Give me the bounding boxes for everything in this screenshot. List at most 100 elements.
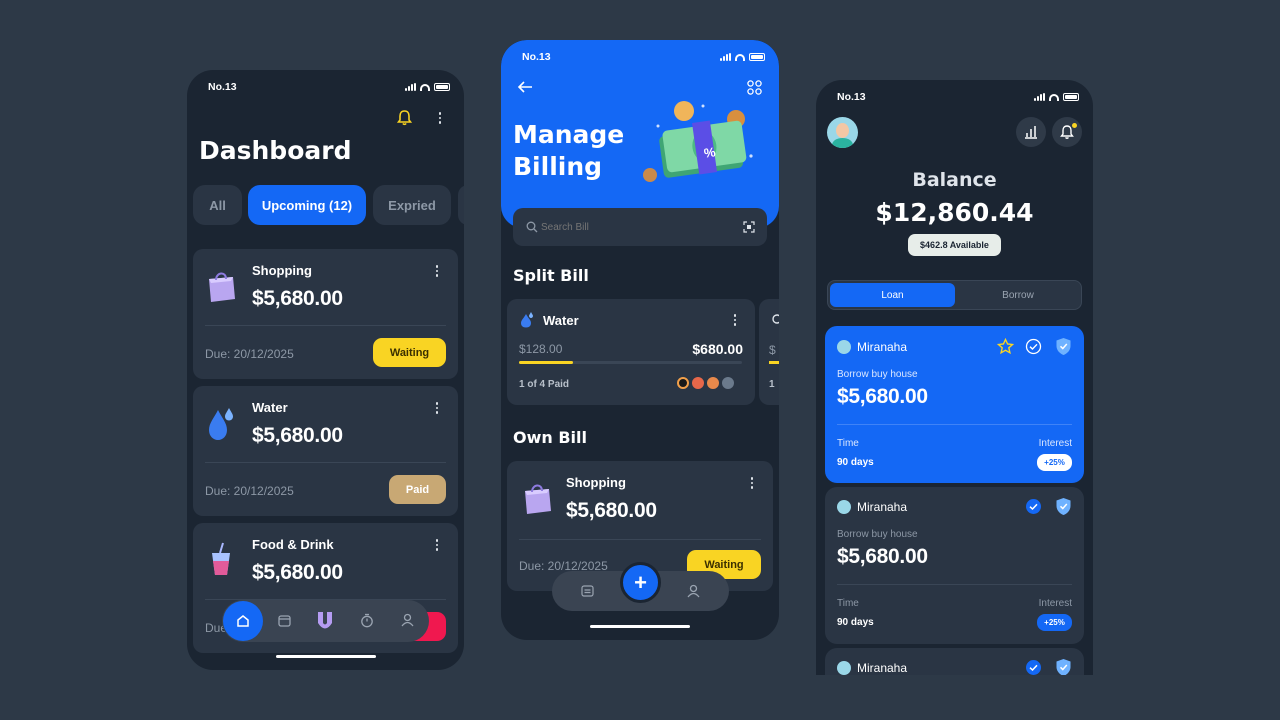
split-bill-card-next[interactable]: $ 1 xyxy=(759,299,779,405)
borrow-tab[interactable]: Borrow xyxy=(957,283,1079,307)
interest-badge: +25% xyxy=(1037,614,1072,631)
available-badge: $462.8 Available xyxy=(908,234,1001,256)
more-menu-icon[interactable] xyxy=(438,112,442,124)
billing-screen: No.13 Manage Billing % Split Bill Water … xyxy=(501,40,779,640)
bill-amount: $5,680.00 xyxy=(252,287,343,310)
loan-tab[interactable]: Loan xyxy=(830,283,955,307)
status-bar: No.13 xyxy=(208,80,450,94)
calendar-icon[interactable] xyxy=(278,614,291,627)
tab-overflow[interactable] xyxy=(458,185,464,225)
lender-name: Miranaha xyxy=(857,661,908,675)
bill-card-shopping[interactable]: Shopping $5,680.00 Due: 20/12/2025 Waiti… xyxy=(193,249,458,379)
card-menu-icon[interactable] xyxy=(733,314,737,326)
balance-label: Balance xyxy=(912,169,997,191)
divider xyxy=(519,539,761,540)
shield-icon xyxy=(1056,659,1071,675)
own-bill-heading: Own Bill xyxy=(513,428,587,447)
tab-all[interactable]: All xyxy=(193,185,242,225)
avatar xyxy=(707,377,719,389)
dashboard-screen: No.13 Dashboard All Upcoming (12) Exprie… xyxy=(187,70,464,670)
drink-cup-icon xyxy=(212,542,230,575)
interest-label: Interest xyxy=(1038,438,1072,449)
percent-badge: % xyxy=(703,144,717,161)
check-circle-icon[interactable] xyxy=(1025,338,1042,355)
carrier-label: No.13 xyxy=(208,81,237,93)
money-illustration-icon xyxy=(643,101,753,182)
shield-icon xyxy=(1056,338,1071,355)
interest-badge: +25% xyxy=(1037,454,1072,471)
water-drop-icon xyxy=(521,312,533,328)
signal-icon xyxy=(1034,93,1045,101)
home-indicator xyxy=(276,655,376,658)
card-menu-icon[interactable] xyxy=(750,477,754,489)
bottom-nav xyxy=(222,600,429,642)
search-bar[interactable] xyxy=(513,208,767,246)
notification-button[interactable] xyxy=(1052,117,1082,147)
progress-fill xyxy=(519,361,573,364)
loan-card[interactable]: Miranaha xyxy=(825,648,1084,675)
battery-icon xyxy=(434,83,450,91)
total-amount: $680.00 xyxy=(692,341,743,357)
paid-count: 1 of 4 Paid xyxy=(519,379,570,390)
battery-icon xyxy=(1063,93,1079,101)
grid-menu-icon[interactable] xyxy=(747,80,762,95)
add-bill-button[interactable]: + xyxy=(620,562,661,603)
home-indicator xyxy=(590,625,690,628)
split-bill-card[interactable]: Water $128.00 $680.00 1 of 4 Paid xyxy=(507,299,755,405)
interest-label: Interest xyxy=(1038,598,1072,609)
bill-list-icon[interactable] xyxy=(581,585,594,597)
split-bill-name: Water xyxy=(543,313,579,328)
bill-name: Water xyxy=(252,400,288,415)
lender-name: Miranaha xyxy=(857,500,908,514)
bill-card-water[interactable]: Water $5,680.00 Due: 20/12/2025 Paid xyxy=(193,386,458,516)
nav-home-button[interactable] xyxy=(223,601,263,641)
carrier-label: No.13 xyxy=(837,91,866,103)
own-bill-amount: $5,680.00 xyxy=(566,499,657,522)
card-menu-icon[interactable] xyxy=(435,539,439,551)
loan-card[interactable]: Miranaha Borrow buy house $5,680.00 Time… xyxy=(825,326,1084,483)
status-bar: No.13 xyxy=(522,50,765,64)
shopping-bag-icon xyxy=(525,484,551,514)
lender-avatar xyxy=(837,500,851,514)
search-input[interactable] xyxy=(541,218,721,236)
member-avatars xyxy=(677,377,734,389)
logo-icon[interactable] xyxy=(316,610,334,631)
bill-name: Shopping xyxy=(252,263,312,278)
bill-due-date: Due: 20/12/2025 xyxy=(205,484,294,498)
check-circle-icon[interactable] xyxy=(1025,659,1042,675)
shield-icon xyxy=(1056,498,1071,515)
loan-description: Borrow buy house xyxy=(837,529,918,540)
star-icon[interactable] xyxy=(997,338,1014,355)
peek-count: 1 xyxy=(769,379,775,390)
avatar[interactable] xyxy=(827,117,858,148)
avatar xyxy=(677,377,689,389)
time-label: Time xyxy=(837,598,859,609)
profile-icon[interactable] xyxy=(401,613,414,627)
tab-upcoming[interactable]: Upcoming (12) xyxy=(248,185,366,225)
lender-name: Miranaha xyxy=(857,340,908,354)
bell-icon[interactable] xyxy=(397,109,412,126)
split-bill-heading: Split Bill xyxy=(513,266,589,285)
card-menu-icon[interactable] xyxy=(435,265,439,277)
profile-icon[interactable] xyxy=(687,584,700,598)
loan-card[interactable]: Miranaha Borrow buy house $5,680.00 Time… xyxy=(825,487,1084,644)
wifi-icon xyxy=(420,83,430,91)
card-menu-icon[interactable] xyxy=(435,402,439,414)
check-circle-icon[interactable] xyxy=(1025,498,1042,515)
time-label: Time xyxy=(837,438,859,449)
timer-icon[interactable] xyxy=(360,613,374,628)
avatar xyxy=(722,377,734,389)
shopping-bag-icon xyxy=(209,272,235,302)
scan-icon[interactable] xyxy=(743,221,755,233)
loan-description: Borrow buy house xyxy=(837,369,918,380)
own-bill-name: Shopping xyxy=(566,475,626,490)
peek-amount: $ xyxy=(769,343,776,357)
stats-button[interactable] xyxy=(1016,117,1046,147)
divider xyxy=(205,462,446,463)
paid-amount: $128.00 xyxy=(519,342,563,356)
balance-amount: $12,860.44 xyxy=(875,198,1034,227)
tab-expired[interactable]: Expried xyxy=(373,185,451,225)
balance-screen: No.13 Balance $12,860.44 $462.8 Availabl… xyxy=(816,80,1093,675)
back-arrow-icon[interactable] xyxy=(517,80,533,94)
wifi-icon xyxy=(735,53,745,61)
